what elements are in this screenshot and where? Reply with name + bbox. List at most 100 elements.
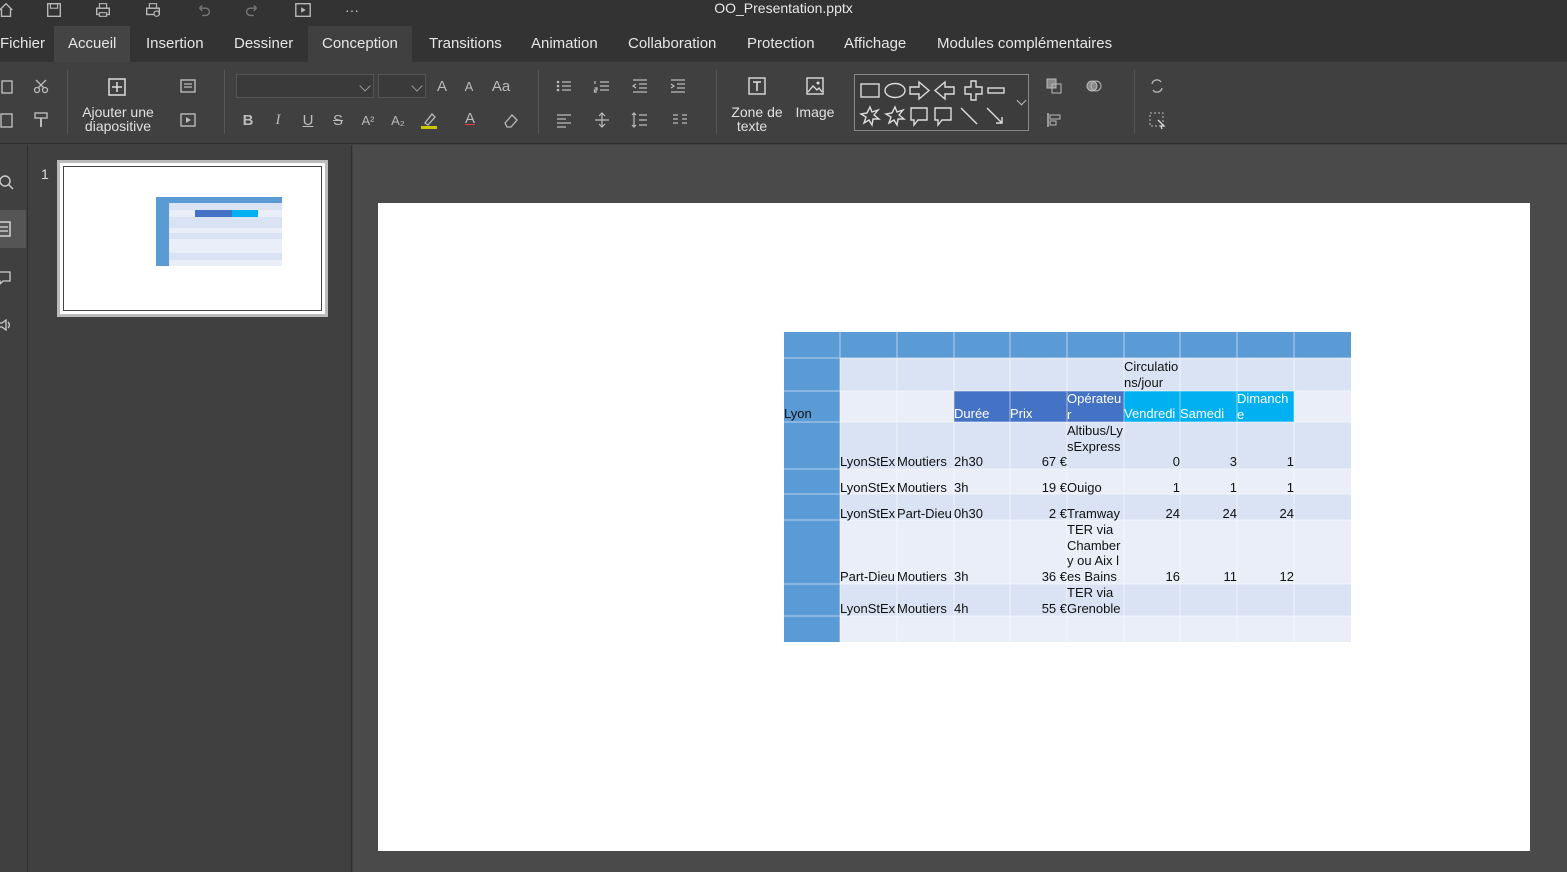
textbox-icon[interactable]	[745, 74, 769, 98]
font-name-select[interactable]	[236, 74, 374, 98]
row-dimanche: 1	[1286, 454, 1294, 469]
row-from: LyonStEx	[840, 601, 896, 616]
row-prix: 36 €	[1041, 569, 1067, 584]
add-slide-icon[interactable]	[105, 75, 129, 99]
layout-icon[interactable]	[176, 74, 200, 98]
row-samedi: 1	[1229, 480, 1237, 495]
row-prix: 55 €	[1041, 601, 1067, 616]
tab-fichier[interactable]: Fichier	[0, 26, 59, 62]
add-slide-label[interactable]: Ajouter une	[74, 105, 162, 119]
columns-icon[interactable]	[668, 108, 692, 132]
textbox-label[interactable]: Zone de	[724, 105, 790, 119]
header-samedi: Samedi	[1180, 406, 1225, 421]
row-from: LyonStEx	[840, 480, 896, 495]
select-all-icon[interactable]	[1145, 108, 1169, 132]
table-corner-label: Lyon	[784, 406, 812, 421]
rectangle-shape-icon[interactable]	[860, 83, 880, 98]
tab-conception[interactable]: Conception	[308, 26, 412, 62]
explosion-shape-icon[interactable]	[859, 105, 881, 127]
grow-font-icon[interactable]: A	[430, 74, 454, 98]
numbered-list-icon[interactable]	[590, 74, 614, 98]
line-shape-icon[interactable]	[960, 107, 978, 125]
bold-icon[interactable]: B	[236, 108, 260, 132]
title-bar: ··· OO_Presentation.pptx	[0, 0, 1567, 26]
font-size-select[interactable]	[378, 74, 426, 98]
row-vendredi: 1	[1172, 480, 1180, 495]
row-from: Part-Dieu	[840, 569, 895, 584]
group-icon[interactable]	[1082, 74, 1106, 98]
superscript-icon[interactable]: A²	[356, 108, 380, 132]
image-label[interactable]: Image	[790, 105, 840, 119]
align-left-icon[interactable]	[552, 108, 576, 132]
row-operateur: TER via Grenoble	[1067, 585, 1121, 616]
textbox-label-2[interactable]: texte	[724, 119, 780, 133]
shapes-gallery[interactable]	[854, 74, 1029, 131]
tab-insertion[interactable]: Insertion	[132, 26, 218, 62]
line-spacing-icon[interactable]	[628, 108, 652, 132]
image-icon[interactable]	[803, 74, 827, 98]
tab-animation[interactable]: Animation	[517, 26, 612, 62]
subscript-icon[interactable]: A₂	[386, 108, 410, 132]
row-to: Moutiers	[897, 601, 947, 616]
row-samedi: 11	[1223, 569, 1238, 584]
slide-table[interactable]: Lyon Circulations/jour Durée Prix Opérat…	[784, 332, 1351, 642]
row-to: Moutiers	[897, 569, 947, 584]
slides-icon[interactable]	[0, 210, 26, 248]
arrow-left-shape-icon[interactable]	[933, 80, 955, 101]
increase-indent-icon[interactable]	[666, 74, 690, 98]
row-prix: 67 €	[1041, 454, 1067, 469]
underline-icon[interactable]: U	[296, 108, 320, 132]
decrease-indent-icon[interactable]	[628, 74, 652, 98]
tab-affichage[interactable]: Affichage	[830, 26, 920, 62]
clear-format-icon[interactable]	[499, 108, 523, 132]
shrink-font-icon[interactable]: A	[457, 74, 481, 98]
change-case-icon[interactable]: Aa	[486, 74, 516, 98]
format-painter-icon[interactable]	[29, 108, 53, 132]
row-operateur: TER via Chambery ou Aix les Bains	[1067, 522, 1121, 584]
row-duree: 2h30	[954, 454, 983, 469]
slide-thumbnail-content	[63, 166, 322, 311]
ellipse-shape-icon[interactable]	[884, 82, 906, 99]
tab-protection[interactable]: Protection	[733, 26, 829, 62]
row-prix: 2 €	[1048, 506, 1067, 521]
minus-shape-icon[interactable]	[987, 87, 1005, 94]
header-duree: Durée	[954, 406, 990, 421]
row-to: Part-Dieu	[897, 506, 952, 521]
bullet-list-icon[interactable]	[552, 74, 576, 98]
audio-icon[interactable]	[0, 306, 26, 344]
explosion2-shape-icon[interactable]	[884, 105, 906, 127]
font-color-icon[interactable]: A	[458, 106, 482, 130]
circulations-header: Circulations/jour	[1124, 359, 1179, 390]
row-dimanche: 24	[1279, 506, 1294, 521]
row-duree: 4h	[954, 601, 969, 616]
highlight-icon[interactable]	[417, 108, 441, 132]
tab-dessiner[interactable]: Dessiner	[220, 26, 307, 62]
arrow-right-shape-icon[interactable]	[909, 80, 931, 101]
tab-accueil[interactable]: Accueil	[54, 26, 131, 62]
slide-thumbnail[interactable]	[57, 160, 328, 317]
add-slide-label-2[interactable]: diapositive	[74, 119, 162, 133]
paste-icon[interactable]	[0, 108, 18, 132]
align-shapes-icon[interactable]	[1042, 108, 1066, 132]
ribbon-toolbar: Ajouter une diapositive A A Aa B I U S A…	[0, 62, 1567, 144]
cut-icon[interactable]	[29, 74, 53, 98]
tab-modules[interactable]: Modules complémentaires	[923, 26, 1126, 62]
italic-icon[interactable]: I	[266, 108, 290, 132]
tab-transitions[interactable]: Transitions	[415, 26, 516, 62]
arrow-line-shape-icon[interactable]	[986, 107, 1003, 124]
search-icon[interactable]	[0, 164, 26, 202]
vertical-align-icon[interactable]	[590, 108, 614, 132]
shapes-more-icon[interactable]	[1016, 95, 1027, 106]
start-slideshow-icon[interactable]	[176, 108, 200, 132]
row-samedi: 24	[1222, 506, 1237, 521]
callout2-shape-icon[interactable]	[934, 107, 952, 127]
comments-icon[interactable]	[0, 258, 26, 296]
replace-icon[interactable]	[1145, 74, 1169, 98]
callout-shape-icon[interactable]	[910, 107, 928, 127]
ribbon-tabs: Fichier Accueil Insertion Dessiner Conce…	[0, 26, 1567, 62]
strikethrough-icon[interactable]: S	[326, 108, 350, 132]
plus-shape-icon[interactable]	[964, 80, 983, 101]
copy-icon[interactable]	[0, 74, 18, 98]
arrange-icon[interactable]	[1042, 74, 1066, 98]
tab-collaboration[interactable]: Collaboration	[614, 26, 730, 62]
